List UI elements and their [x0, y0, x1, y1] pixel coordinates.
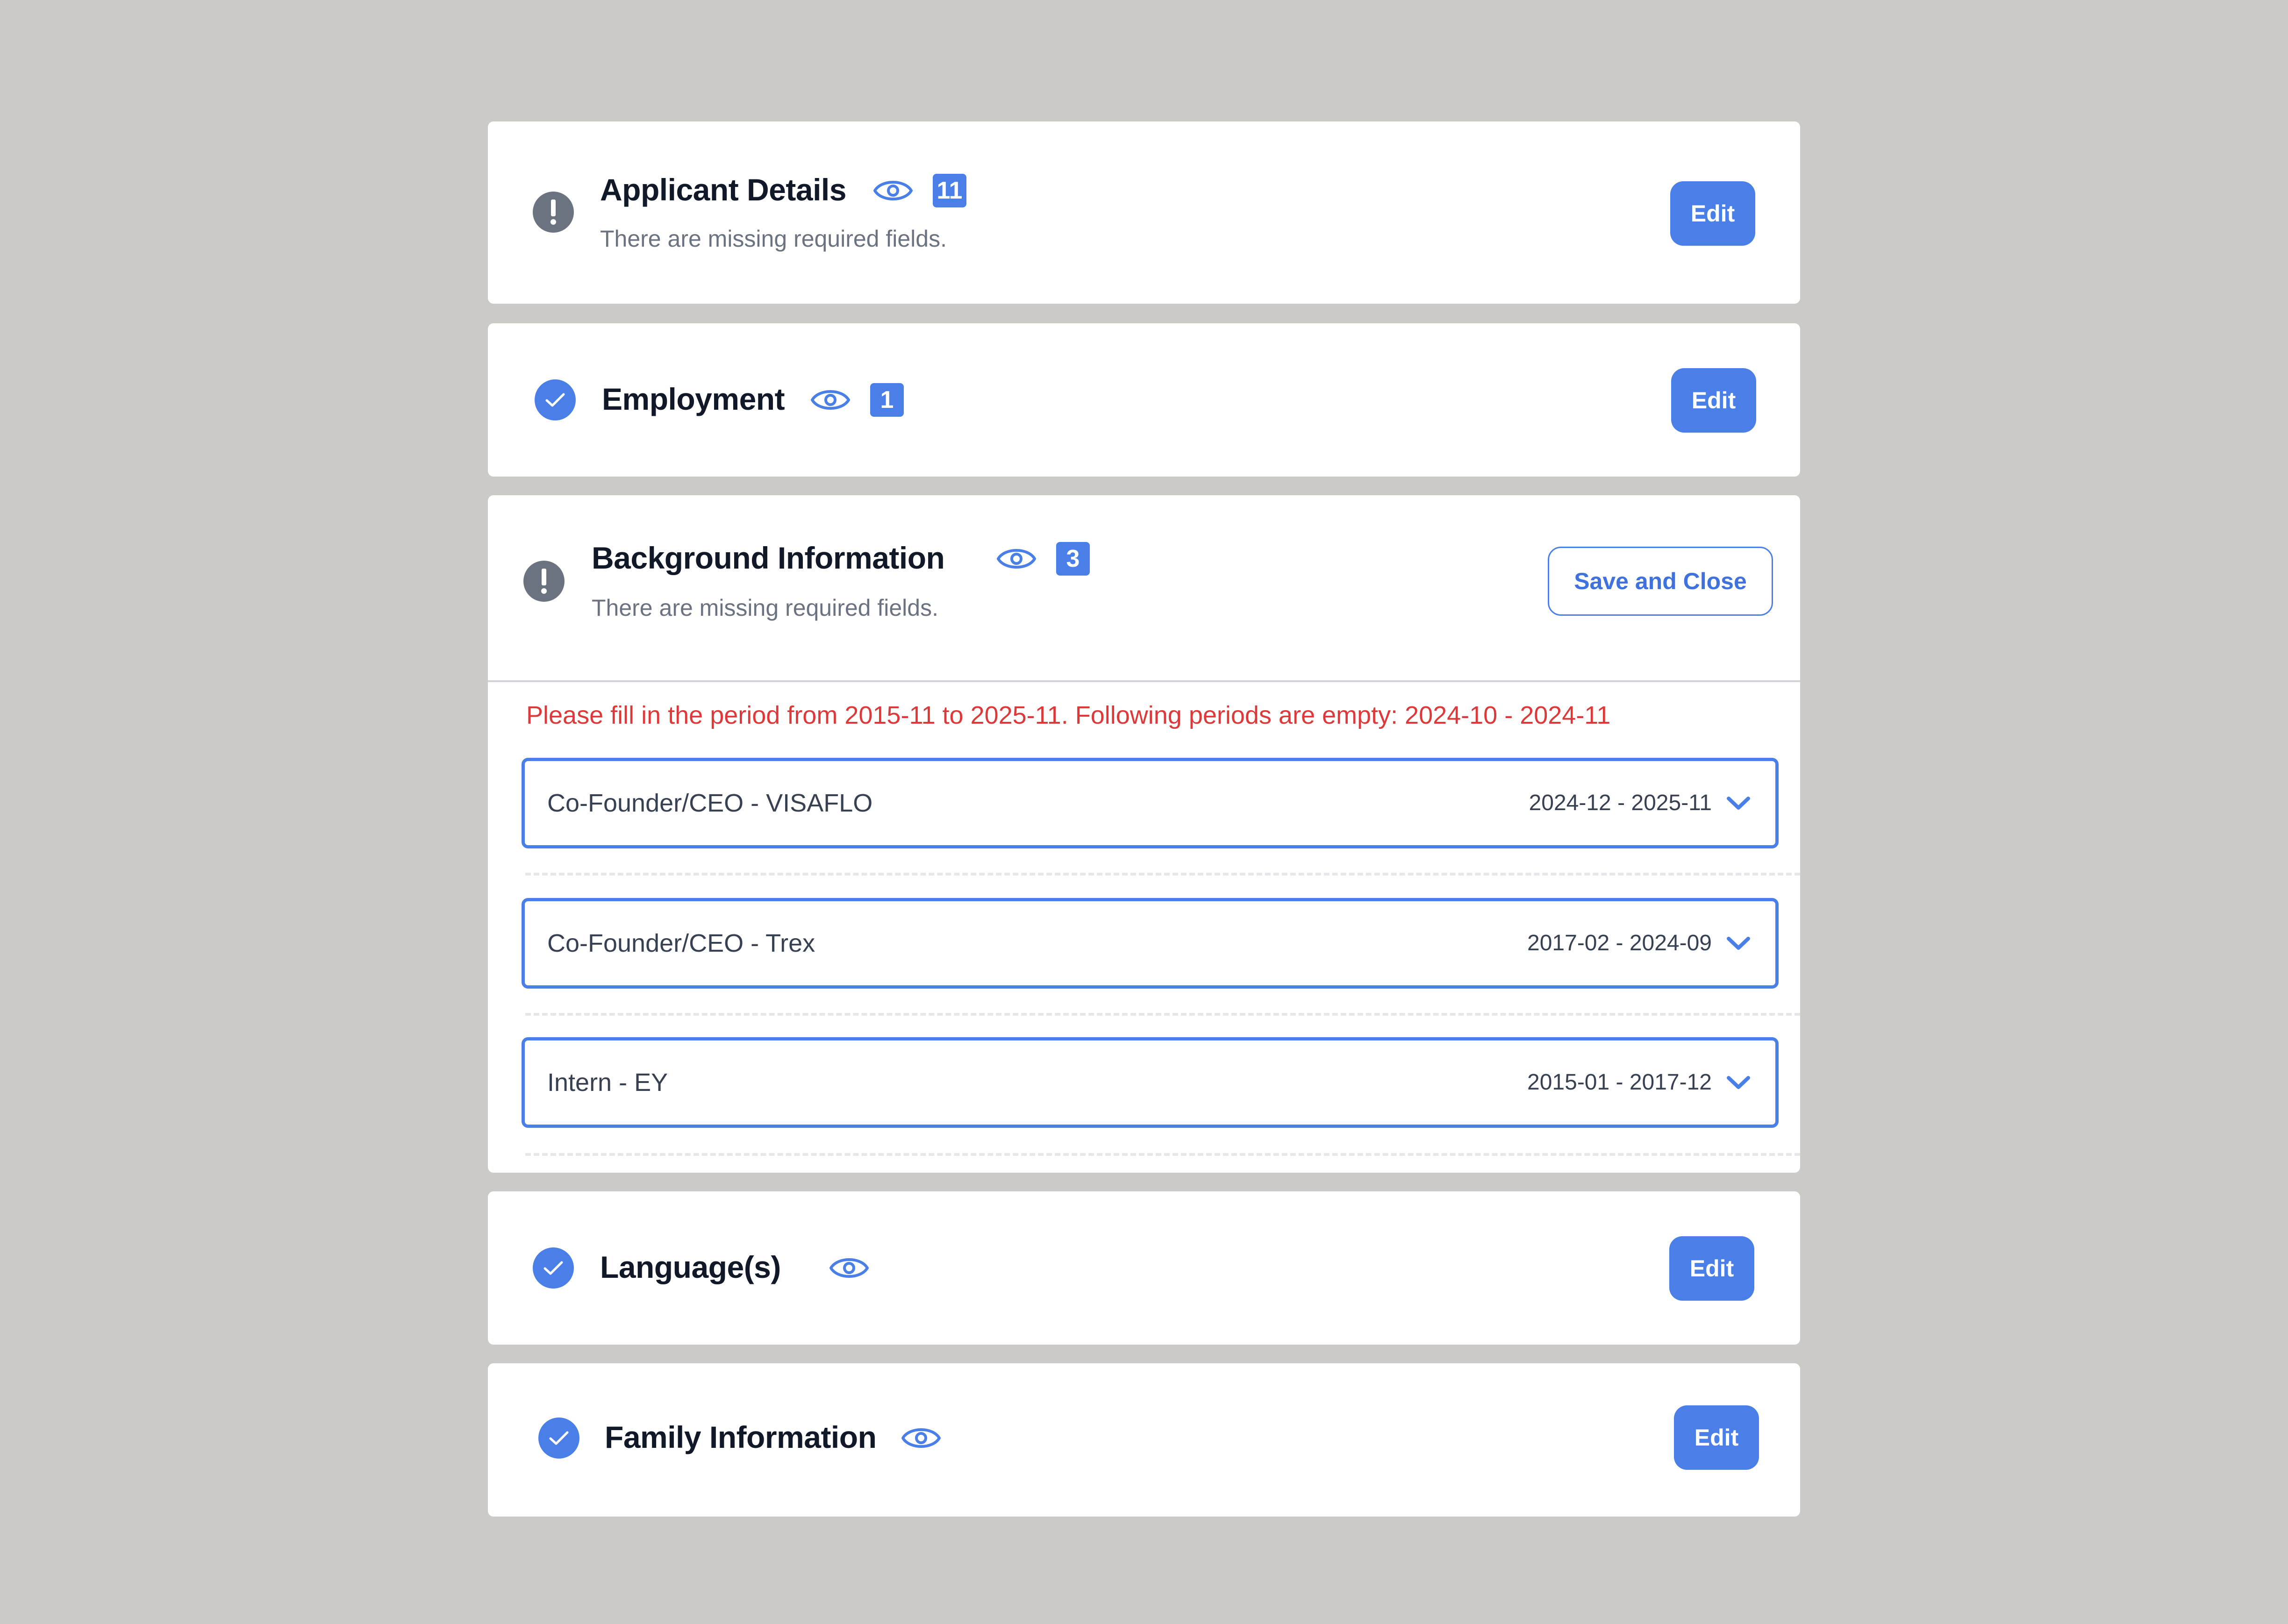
entry-ey[interactable]: Intern - EY 2015-01 - 2017-12: [522, 1037, 1779, 1128]
entry-period: 2024-12 - 2025-11: [1529, 791, 1712, 815]
section-title: Applicant Details: [600, 172, 846, 207]
section-applicant-details: Applicant Details 11 There are missing r…: [488, 121, 1800, 304]
section-family-information: Family Information Edit: [488, 1363, 1800, 1517]
entry-title: Co-Founder/CEO - VISAFLO: [547, 789, 873, 817]
section-title: Employment: [602, 382, 785, 416]
section-divider: [488, 680, 1800, 682]
entry-title: Intern - EY: [547, 1068, 668, 1097]
edit-button[interactable]: Edit: [1669, 1236, 1754, 1301]
missing-fields-message: There are missing required fields.: [600, 226, 947, 252]
chevron-down-icon[interactable]: [1725, 792, 1752, 814]
edit-button[interactable]: Edit: [1670, 181, 1755, 246]
edit-button[interactable]: Edit: [1671, 368, 1756, 433]
entry-period: 2017-02 - 2024-09: [1527, 931, 1712, 955]
entry-visaflo[interactable]: Co-Founder/CEO - VISAFLO 2024-12 - 2025-…: [522, 758, 1779, 848]
count-badge: 1: [870, 383, 904, 417]
chevron-down-icon[interactable]: [1725, 1071, 1752, 1094]
section-employment: Employment 1 Edit: [488, 323, 1800, 477]
missing-fields-message: There are missing required fields.: [592, 595, 938, 621]
eye-icon[interactable]: [810, 386, 851, 414]
eye-icon[interactable]: [873, 177, 913, 205]
eye-icon[interactable]: [901, 1424, 941, 1452]
section-title: Language(s): [600, 1250, 781, 1284]
entry-separator: [525, 1013, 1800, 1016]
count-badge: 11: [933, 174, 966, 207]
entry-separator: [525, 873, 1800, 876]
section-title: Family Information: [605, 1420, 877, 1454]
edit-button[interactable]: Edit: [1674, 1405, 1759, 1470]
warning-status-icon: [533, 192, 574, 233]
chevron-down-icon[interactable]: [1725, 932, 1752, 954]
section-languages: Language(s) Edit: [488, 1191, 1800, 1345]
entry-period: 2015-01 - 2017-12: [1527, 1070, 1712, 1095]
check-status-icon: [538, 1417, 579, 1459]
eye-icon[interactable]: [829, 1254, 869, 1282]
period-error-message: Please fill in the period from 2015-11 t…: [526, 701, 1611, 729]
entry-trex[interactable]: Co-Founder/CEO - Trex 2017-02 - 2024-09: [522, 898, 1779, 989]
count-badge: 3: [1056, 542, 1090, 576]
check-status-icon: [533, 1247, 574, 1289]
entry-separator: [525, 1153, 1800, 1156]
entry-title: Co-Founder/CEO - Trex: [547, 929, 815, 957]
section-background-information: Background Information 3 There are missi…: [488, 495, 1800, 1173]
save-and-close-button[interactable]: Save and Close: [1548, 547, 1773, 616]
check-status-icon: [535, 379, 576, 420]
section-title: Background Information: [592, 541, 945, 575]
eye-icon[interactable]: [996, 545, 1037, 573]
warning-status-icon: [523, 561, 565, 602]
